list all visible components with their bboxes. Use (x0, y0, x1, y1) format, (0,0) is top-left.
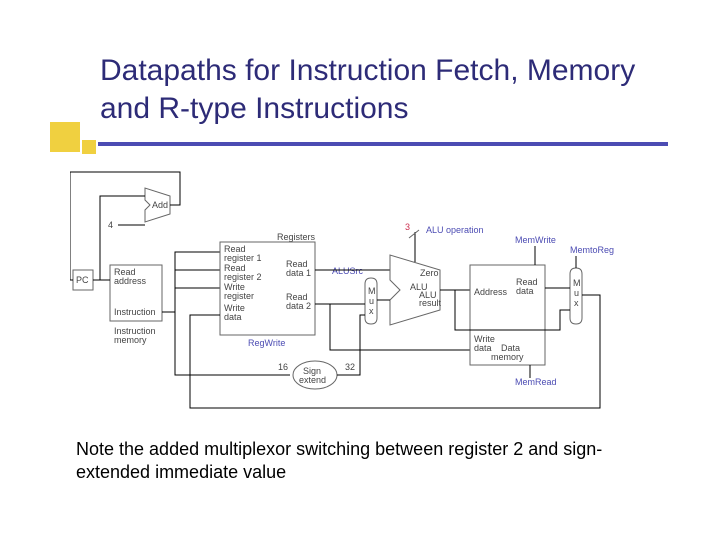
pc-label: PC (76, 275, 89, 285)
alu-op-label: ALU operation (426, 225, 484, 235)
svg-text:data: data (516, 286, 534, 296)
slide-caption-text: Note the added multiplexor switching bet… (76, 439, 602, 482)
svg-text:memory: memory (491, 352, 524, 362)
svg-text:data: data (474, 343, 492, 353)
svg-text:address: address (114, 276, 147, 286)
instr-instruction: Instruction (114, 307, 156, 317)
svg-text:data 1: data 1 (286, 268, 311, 278)
svg-text:x: x (369, 306, 374, 316)
dm-address: Address (474, 287, 508, 297)
memread: MemRead (515, 377, 557, 387)
title-underline (98, 142, 668, 146)
registers-title: Registers (277, 232, 316, 242)
svg-text:memory: memory (114, 335, 147, 345)
alusrc-mux: M (368, 286, 376, 296)
svg-text:data 2: data 2 (286, 301, 311, 311)
svg-text:extend: extend (299, 375, 326, 385)
svg-text:register: register (224, 291, 254, 301)
memtoreg-mux: M (573, 278, 581, 288)
svg-text:x: x (574, 298, 579, 308)
const-4: 4 (108, 220, 113, 230)
regwrite-label: RegWrite (248, 338, 285, 348)
alusrc-label: ALUSrc (332, 266, 364, 276)
svg-text:u: u (574, 288, 579, 298)
slide-title-text: Datapaths for Instruction Fetch, Memory … (100, 52, 660, 127)
slide-title: Datapaths for Instruction Fetch, Memory … (100, 52, 660, 127)
svg-text:data: data (224, 312, 242, 322)
memtoreg: MemtoReg (570, 245, 614, 255)
alu-zero: Zero (420, 268, 439, 278)
slide-caption: Note the added multiplexor switching bet… (76, 438, 636, 485)
memwrite: MemWrite (515, 235, 556, 245)
datapath-diagram: .st0 { fill:none; stroke:#666; stroke-wi… (70, 170, 650, 420)
se-out: 32 (345, 362, 355, 372)
svg-text:register 2: register 2 (224, 272, 262, 282)
alu-op-bits: 3 (405, 222, 410, 232)
title-bullet-large (50, 122, 80, 152)
svg-text:u: u (369, 296, 374, 306)
se-in: 16 (278, 362, 288, 372)
svg-text:result: result (419, 298, 442, 308)
svg-text:register 1: register 1 (224, 253, 262, 263)
title-bullet-small (82, 140, 96, 154)
add-label: Add (152, 200, 168, 210)
